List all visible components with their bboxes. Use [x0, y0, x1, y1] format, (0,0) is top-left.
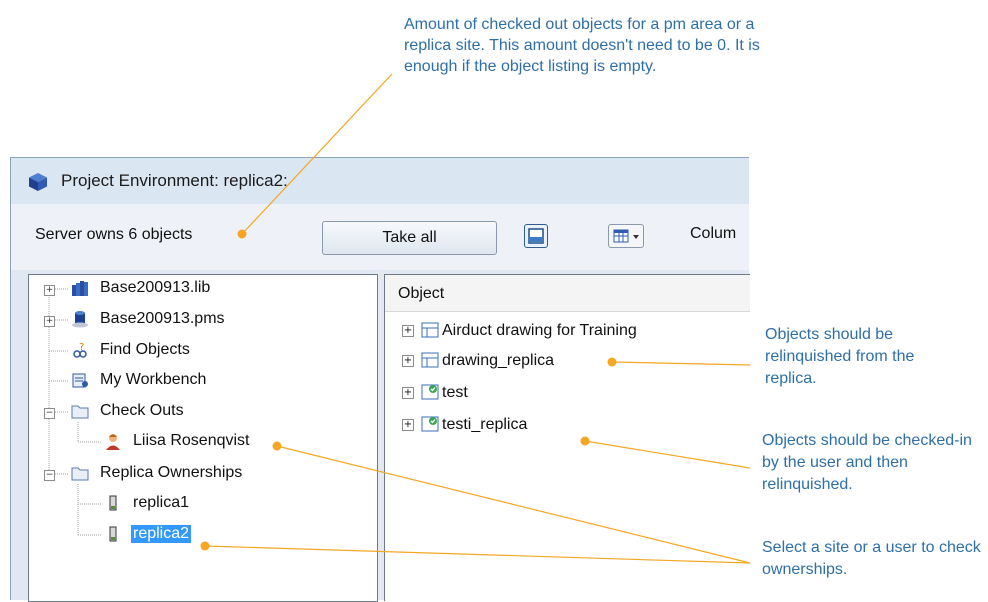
- navigation-tree: + Base200913.lib + Base200913.pms ? Find…: [28, 274, 378, 602]
- list-item[interactable]: + testi_replica: [402, 413, 742, 439]
- server-owns-count: Server owns 6 objects: [35, 226, 193, 243]
- tree-item-replica2[interactable]: replica2: [29, 522, 377, 548]
- tree-item-label: My Workbench: [100, 371, 207, 388]
- list-item[interactable]: + drawing_replica: [402, 349, 742, 375]
- tree-item-label: Liisa Rosenqvist: [133, 432, 250, 449]
- window-title: Project Environment: replica2:: [61, 171, 288, 190]
- title-bar: Project Environment: replica2:: [11, 158, 749, 204]
- replica-icon: [109, 495, 117, 511]
- app-cube-icon: [29, 173, 47, 191]
- checked-drawing-icon: [421, 416, 439, 432]
- expand-icon[interactable]: +: [44, 316, 55, 327]
- tree-item-label: Replica Ownerships: [100, 464, 243, 481]
- tree-item-library[interactable]: + Base200913.lib: [29, 276, 377, 302]
- list-item-label: Airduct drawing for Training: [442, 322, 637, 339]
- expand-icon[interactable]: +: [402, 325, 414, 337]
- tree-item-label: replica1: [133, 494, 190, 511]
- tree-item-check-outs[interactable]: − Check Outs: [29, 399, 377, 425]
- layout-icon: [528, 228, 544, 244]
- tree-item-label: Check Outs: [100, 402, 184, 419]
- svg-text:?: ?: [79, 342, 84, 353]
- find-objects-icon: ?: [73, 342, 87, 358]
- list-item[interactable]: + test: [402, 381, 742, 407]
- collapse-icon[interactable]: −: [44, 408, 55, 419]
- tree-item-find-objects[interactable]: ? Find Objects: [29, 338, 377, 364]
- drawing-icon: [421, 322, 439, 338]
- list-item-label: test: [442, 384, 468, 401]
- tree-item-label: Base200913.lib: [100, 279, 211, 296]
- expand-icon[interactable]: +: [402, 387, 414, 399]
- collapse-icon[interactable]: −: [44, 470, 55, 481]
- checked-drawing-icon: [421, 384, 439, 400]
- callout-checkin: Objects should be checked-in by the user…: [762, 432, 972, 493]
- drawing-icon: [421, 352, 439, 368]
- list-item-label: testi_replica: [442, 416, 528, 433]
- expand-icon[interactable]: +: [402, 355, 414, 367]
- list-item-label: drawing_replica: [442, 352, 555, 369]
- tree-item-pms[interactable]: + Base200913.pms: [29, 307, 377, 333]
- tree-item-label: Base200913.pms: [100, 310, 225, 327]
- column-header-object[interactable]: Object: [385, 275, 750, 312]
- layout-toggle-button[interactable]: [524, 224, 548, 248]
- expand-icon[interactable]: +: [44, 285, 55, 296]
- user-icon: [106, 434, 120, 450]
- column-header-label: Object: [398, 285, 445, 302]
- list-item[interactable]: + Airduct drawing for Training: [402, 319, 742, 345]
- expand-icon[interactable]: +: [402, 419, 414, 431]
- view-options-dropdown[interactable]: [608, 224, 644, 248]
- replica-icon: [109, 526, 117, 542]
- tree-item-replica-ownerships[interactable]: − Replica Ownerships: [29, 461, 377, 487]
- workbench-icon: [72, 373, 88, 388]
- columns-label[interactable]: Colum: [690, 225, 736, 243]
- tree-item-replica1[interactable]: replica1: [29, 491, 377, 517]
- tree-item-label: Find Objects: [100, 341, 190, 358]
- callout-select-site: Select a site or a user to check ownersh…: [762, 539, 981, 578]
- tree-item-my-workbench[interactable]: My Workbench: [29, 368, 377, 394]
- callout-relinquish: Objects should be relinquished from the …: [765, 326, 915, 387]
- tree-item-label-selected: replica2: [131, 525, 192, 543]
- callout-checked-out-amount: Amount of checked out objects for a pm a…: [404, 16, 760, 75]
- take-all-button[interactable]: Take all: [322, 221, 497, 255]
- tree-item-user[interactable]: Liisa Rosenqvist: [29, 429, 377, 455]
- project-environment-window: Project Environment: replica2: Server ow…: [10, 157, 750, 602]
- folder-icon: [71, 467, 89, 481]
- object-list: Object + Airduct drawing for Training + …: [384, 274, 750, 601]
- toolbar: Server owns 6 objects Take all Colum: [11, 204, 749, 270]
- library-icon: [72, 281, 88, 296]
- database-icon: [72, 311, 88, 328]
- folder-icon: [71, 405, 89, 419]
- grid-view-icon: [613, 229, 639, 243]
